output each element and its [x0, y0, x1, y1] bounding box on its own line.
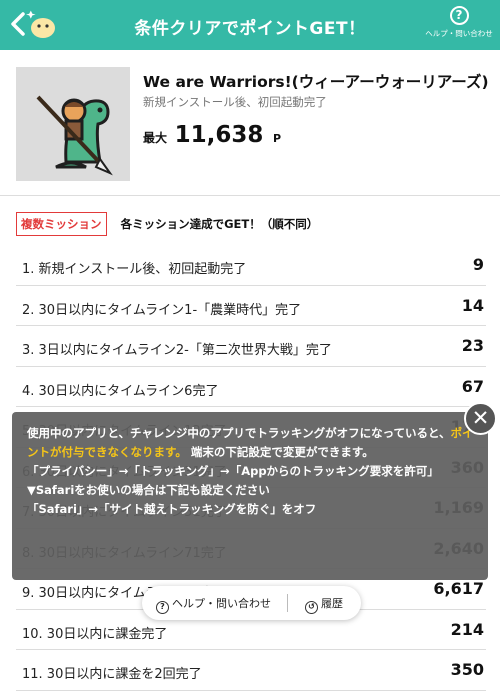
- multi-mission-badge: 複数ミッション: [16, 212, 107, 236]
- help-circle-icon: ?: [449, 6, 469, 25]
- mission-label: 4. 30日以内にタイムライン6完了: [22, 383, 219, 399]
- notice-text-2: ていると、: [393, 426, 451, 440]
- app-card: We are Warriors!(ウィーアーウォーリアーズ) 新規インストール後…: [0, 50, 500, 196]
- max-points-value: 11,638: [174, 122, 264, 148]
- mission-row: 1. 新規インストール後、初回起動完了 9: [16, 245, 486, 286]
- notice-text-3: 端末の下記設定で変更ができます。: [190, 445, 374, 459]
- close-icon: ✕: [471, 406, 490, 430]
- notice-setting-path: 「プライバシー」→「トラッキング」→「Appからのトラッキング要求を許可」: [27, 464, 439, 478]
- mission-points: 6,617: [433, 579, 484, 598]
- max-points: 最大 11,638 P: [143, 122, 281, 148]
- mission-points: 23: [461, 336, 484, 355]
- mission-points: 214: [450, 619, 484, 639]
- app-header: 条件クリアでポイントGET！ ? ヘルプ・問い合わせ: [0, 0, 500, 50]
- close-overlay-button[interactable]: ✕: [464, 402, 497, 435]
- help-circle-icon: ?: [156, 601, 169, 614]
- app-name: We are Warriors!(ウィーアーウォーリアーズ): [143, 73, 489, 91]
- pill-history-button[interactable]: ↺ 履歴: [305, 595, 343, 614]
- mission-row: 11. 30日以内に課金を2回完了 350: [16, 650, 486, 691]
- max-label: 最大: [143, 131, 168, 145]
- tracking-notice-overlay: 使用中のアプリと、チャレンジ中のアプリでトラッキングがオフになっていると、ポイン…: [12, 412, 488, 580]
- notice-safari-path: 「Safari」→「サイト越えトラッキングを防ぐ」をオフ: [27, 502, 317, 516]
- mission-description: 各ミッション達成でGET！（順不同）: [120, 217, 319, 231]
- mission-label: 3. 3日以内にタイムライン2-「第二次世界大戦」完了: [22, 343, 332, 358]
- mission-points: 14: [461, 295, 484, 315]
- mission-row: 4. 30日以内にタイムライン6完了 67: [16, 367, 486, 407]
- pill-history-label: 履歴: [321, 597, 343, 610]
- pill-help-label: ヘルプ・問い合わせ: [172, 597, 271, 610]
- mission-points: 350: [450, 660, 484, 679]
- points-unit: P: [272, 132, 281, 145]
- app-subtitle: 新規インストール後、初回起動完了: [143, 95, 327, 109]
- mission-header: 複数ミッション 各ミッション達成でGET！（順不同）: [16, 212, 318, 236]
- help-label: ヘルプ・問い合わせ: [425, 29, 493, 38]
- mission-label: 1. 新規インストール後、初回起動完了: [22, 262, 247, 277]
- mission-row: 2. 30日以内にタイムライン1-「農業時代」完了 14: [16, 286, 486, 326]
- floating-action-bar: ? ヘルプ・問い合わせ ↺ 履歴: [142, 586, 361, 620]
- mission-row: 3. 3日以内にタイムライン2-「第二次世界大戦」完了 23: [16, 326, 486, 367]
- warrior-riding-dino-icon: [16, 67, 130, 181]
- mission-points: 9: [472, 255, 484, 274]
- mission-label: 2. 30日以内にタイムライン1-「農業時代」完了: [22, 302, 302, 318]
- history-icon: ↺: [305, 601, 318, 614]
- app-icon: [16, 67, 130, 181]
- pill-divider: [287, 594, 288, 612]
- help-button[interactable]: ? ヘルプ・問い合わせ: [423, 5, 495, 45]
- mission-label: 11. 30日以内に課金を2回完了: [22, 667, 202, 682]
- notice-paragraph: 使用中のアプリと、チャレンジ中のアプリでトラッキングがオフになっていると、ポイン…: [27, 424, 476, 462]
- pill-help-button[interactable]: ? ヘルプ・問い合わせ: [156, 595, 271, 614]
- mission-label: 10. 30日以内に課金完了: [22, 626, 168, 642]
- mission-points: 67: [461, 376, 484, 396]
- notice-text-1: 使用中のアプリと、チャレンジ中のアプリでトラッキングがオフになっ: [27, 426, 394, 440]
- notice-safari-heading: ▼Safariをお使いの場合は下記も設定ください: [27, 483, 270, 497]
